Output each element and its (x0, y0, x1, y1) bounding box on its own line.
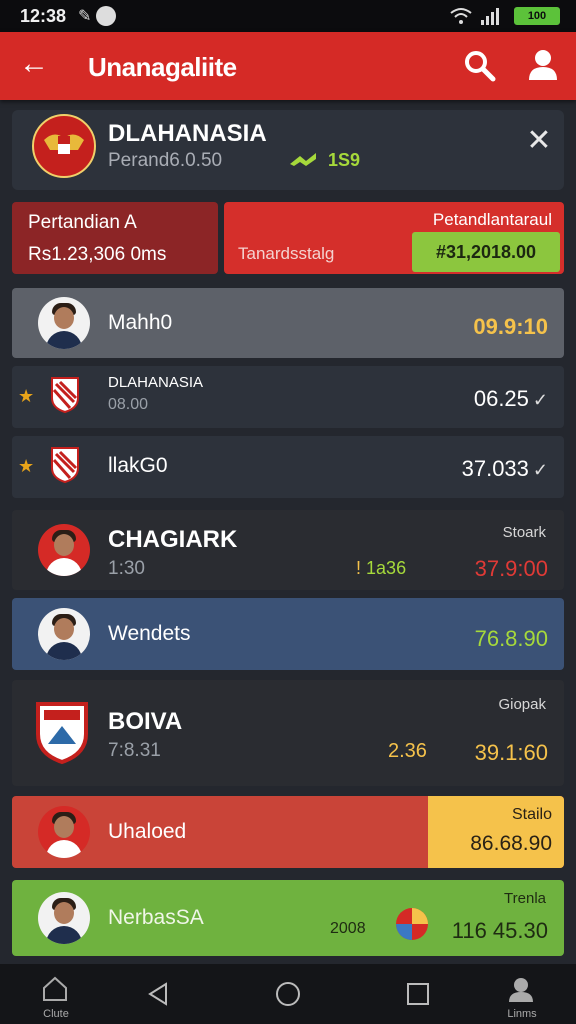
match-name: DLAHANASIA (108, 120, 267, 147)
battery-icon: 100 (514, 7, 560, 25)
status-bar: 12:38 ✎ 100 (0, 0, 576, 32)
star-icon[interactable]: ★ (18, 386, 34, 407)
avatar (38, 524, 90, 576)
search-icon[interactable] (462, 48, 496, 82)
navigation-bar: Clute Linms (0, 964, 576, 1024)
nav-right-label: Linms (507, 1008, 537, 1020)
alert-icon: ! (356, 558, 362, 578)
row-extra: 2.36 (388, 740, 427, 762)
home-circle-icon[interactable] (274, 980, 302, 1008)
row-value: 37.9:00 (474, 556, 548, 581)
summary-left-title: Pertandian A (28, 212, 137, 233)
profile-icon[interactable] (526, 48, 560, 82)
app-bar: ← Unanagaliite (0, 32, 576, 100)
row-subtitle: 1:30 (108, 558, 145, 579)
row-name: DLAHANASIA (108, 374, 204, 391)
row-name: llakG0 (108, 454, 168, 477)
summary-right-subtitle: Tanardsstalg (238, 244, 335, 263)
star-icon[interactable]: ★ (18, 456, 34, 477)
club-crest-icon (51, 377, 79, 414)
list-item[interactable]: ★ llakG0 37.033 ✓ (12, 436, 564, 498)
row-label: Trenla (504, 890, 546, 907)
signal-icon (481, 8, 499, 25)
recents-square-icon[interactable] (404, 980, 432, 1008)
list-item[interactable]: BOIVA 7:8.31 Giopak 2.36 39.1:60 (12, 680, 564, 786)
wifi-icon (450, 8, 472, 24)
row-value: 116 45.30 (451, 918, 548, 943)
pencil-icon: ✎ (78, 8, 92, 25)
match-card[interactable]: DLAHANASIA Perand6.0.50 1S9 ✕ (12, 110, 564, 190)
page-title: Unanagaliite (88, 52, 237, 82)
row-extra: 2008 (330, 920, 366, 937)
notification-icon (96, 6, 116, 26)
row-value: 86.68.90 (470, 832, 552, 855)
avatar (38, 297, 90, 349)
summary-left: Pertandian A Rs1.23,306 0ms (12, 202, 218, 274)
row-name: CHAGIARK (108, 526, 238, 553)
row-name: Mahh0 (108, 311, 173, 334)
row-value: 37.033 ✓ (461, 456, 548, 481)
check-icon: ✓ (532, 390, 548, 410)
list-item[interactable]: NerbasSA Trenla 2008 116 45.30 (12, 880, 564, 956)
check-icon: ✓ (532, 460, 548, 480)
row-name: Wendets (108, 622, 191, 645)
list-item[interactable]: Uhaloed Stailo 86.68.90 (12, 796, 564, 868)
club-crest-icon (36, 702, 88, 765)
avatar (38, 892, 90, 944)
list-item[interactable]: ★ DLAHANASIA 08.00 06.25 ✓ (12, 366, 564, 428)
list-item[interactable]: Mahh0 09.9:10 (12, 288, 564, 358)
back-triangle-icon[interactable] (144, 980, 172, 1008)
club-crest-icon (51, 447, 79, 484)
nav-left-label: Clute (43, 1008, 69, 1020)
home-icon[interactable] (40, 974, 70, 1004)
avatar (38, 806, 90, 858)
back-arrow-icon[interactable]: ← (16, 46, 52, 82)
row-subtitle: 7:8.31 (108, 740, 161, 761)
row-name: NerbasSA (108, 906, 204, 929)
account-icon[interactable] (506, 974, 536, 1004)
list-item[interactable]: Wendets 76.8.90 (12, 598, 564, 670)
row-extra: ! 1a36 (356, 558, 407, 578)
row-name: Uhaloed (108, 820, 187, 843)
row-label: Stailo (511, 806, 552, 823)
row-value: 06.25 ✓ (473, 386, 548, 411)
row-label: Stoark (502, 524, 546, 541)
row-subtitle: 08.00 (108, 396, 149, 413)
match-trend-value: 1S9 (328, 150, 361, 170)
medal-icon (396, 908, 428, 940)
status-time: 12:38 (20, 6, 67, 26)
row-value: 09.9:10 (473, 314, 548, 339)
list-item[interactable]: CHAGIARK 1:30 Stoark ! 1a36 37.9:00 (12, 510, 564, 590)
trend-up-icon (290, 153, 316, 166)
summary-left-amount: Rs1.23,306 0ms (28, 244, 167, 265)
row-label: Giopak (498, 696, 546, 713)
match-subtitle: Perand6.0.50 (108, 150, 223, 171)
summary-right: Petandlantaraul Tanardsstalg #31,2018.00 (224, 202, 564, 274)
team-emblem (32, 114, 96, 178)
row-value-panel: Stailo 86.68.90 (428, 796, 564, 868)
summary-right-title: Petandlantaraul (432, 210, 552, 229)
avatar (38, 608, 90, 660)
summary-amount-button[interactable]: #31,2018.00 (412, 232, 560, 272)
row-name: BOIVA (108, 708, 183, 735)
row-value: 76.8.90 (474, 626, 548, 651)
row-value: 39.1:60 (474, 740, 548, 765)
close-icon[interactable]: ✕ (522, 124, 556, 158)
